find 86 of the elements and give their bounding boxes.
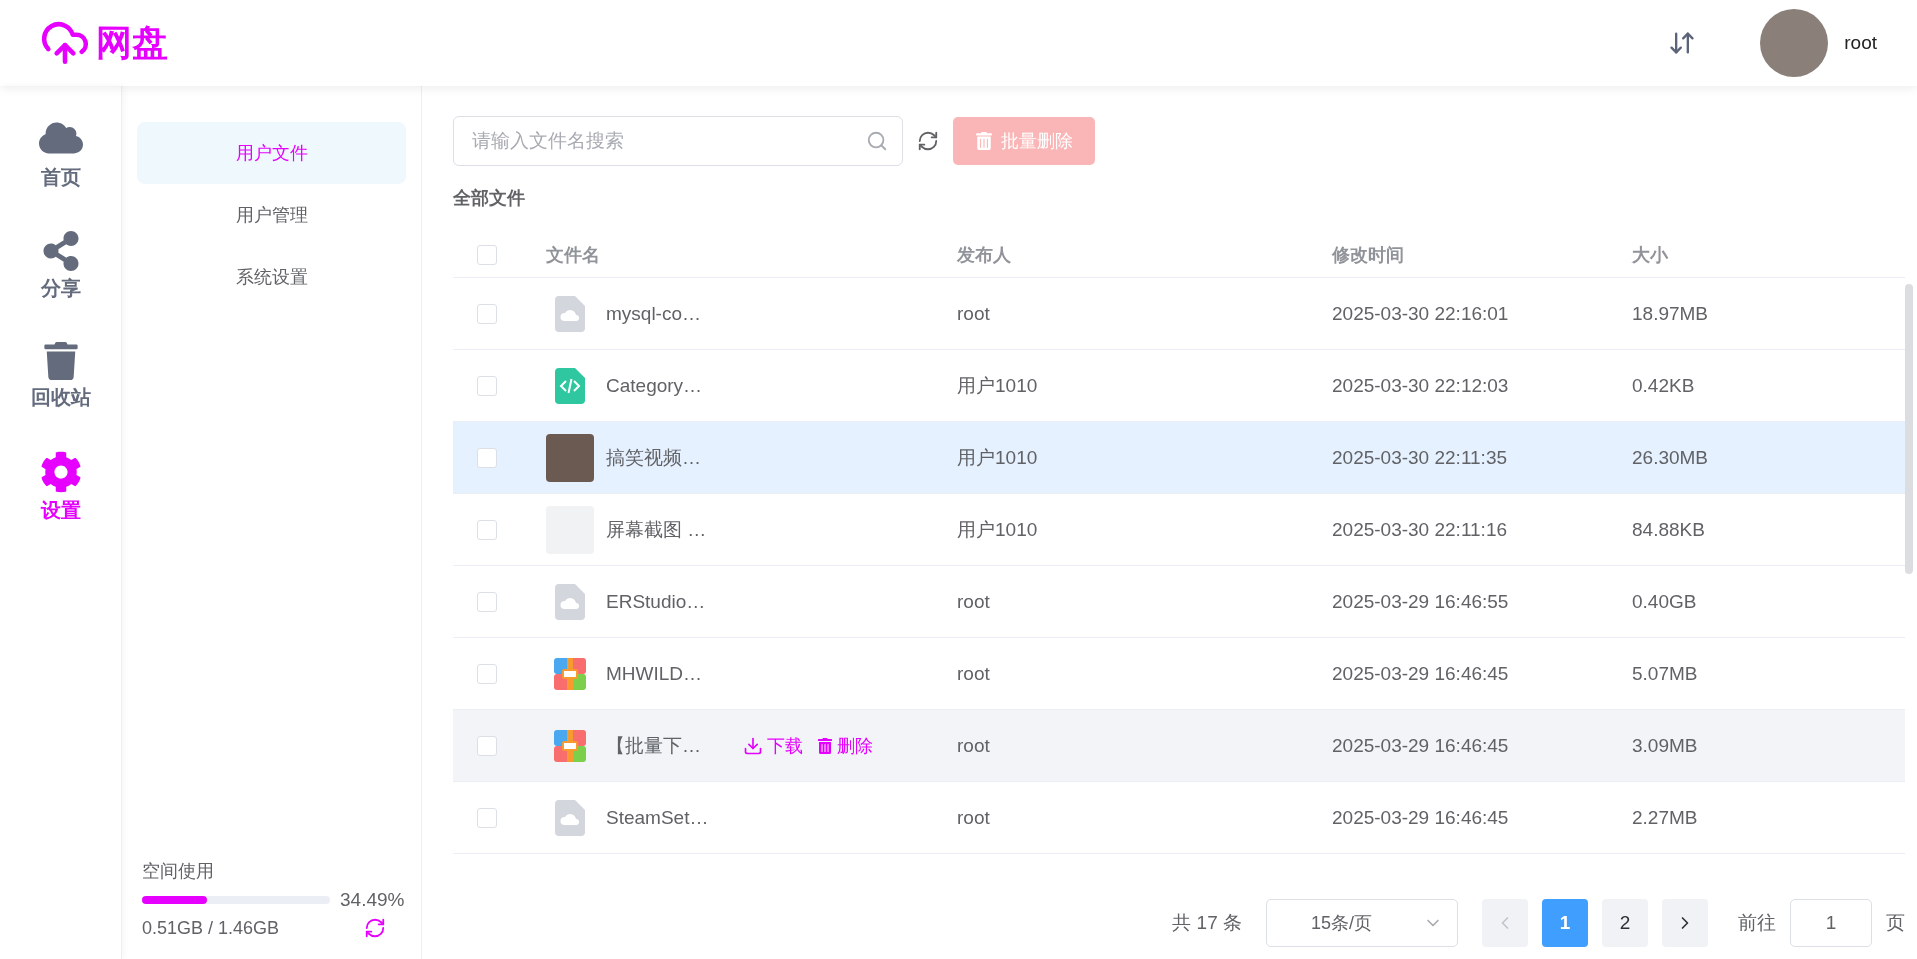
goto-page-field[interactable]: 1: [1790, 899, 1872, 947]
page-button[interactable]: 2: [1602, 899, 1648, 947]
search-field[interactable]: 请输入文件名搜索: [453, 116, 903, 166]
row-checkbox[interactable]: [477, 375, 497, 396]
publisher-cell-text: root: [957, 590, 991, 613]
modified-time-cell-text: 2025-03-29 16:46:45: [1332, 662, 1510, 685]
size-cell-text: 18.97MB: [1632, 302, 1710, 325]
modified-time-cell-text: 2025-03-30 22:11:16: [1332, 518, 1509, 541]
trash-icon: [817, 737, 833, 754]
file-name: ERStudio…: [606, 590, 706, 613]
modified-time-cell-text: 2025-03-29 16:46:45: [1332, 734, 1510, 757]
size-cell-text: 26.30MB: [1632, 446, 1710, 469]
size-cell-text: 0.40GB: [1632, 590, 1698, 613]
file-name: 屏幕截图 …: [606, 517, 707, 542]
file-name: SteamSet…: [606, 806, 709, 829]
file-name: Category…: [606, 374, 703, 397]
modified-time-cell-text: 2025-03-30 22:12:03: [1332, 374, 1510, 397]
menu-item[interactable]: 用户文件: [137, 122, 406, 184]
modified-time-cell-text: 2025-03-30 22:16:01: [1332, 302, 1510, 325]
row-checkbox[interactable]: [477, 303, 497, 324]
column-header: 文件名: [545, 243, 601, 267]
trash-icon: [41, 342, 80, 380]
file-name: MHWILD…: [606, 662, 703, 685]
storage-label: 空间使用: [142, 860, 215, 883]
storage-percent: 34.49%: [340, 889, 405, 911]
file-row[interactable]: 搞笑视频… 用户1010 2025-03-30 22:11:35 26.30MB: [453, 422, 1905, 494]
file-name: mysql-co…: [606, 302, 701, 325]
cloud-file-icon: [555, 799, 585, 836]
publisher-cell-text: root: [957, 302, 991, 325]
file-row[interactable]: 【批量下… 下载 删除 root 2025-03-29 16:46:45 3.09MB: [453, 710, 1905, 782]
size-cell-text: 3.09MB: [1632, 734, 1699, 757]
column-header: 发布人: [957, 243, 1012, 267]
modified-time-cell-text: 2025-03-29 16:46:45: [1332, 806, 1510, 829]
menu-item[interactable]: 系统设置: [137, 246, 406, 308]
menu-item[interactable]: 用户管理: [137, 184, 406, 246]
cloud-file-icon: [555, 583, 585, 620]
total-count: 共 17 条: [1172, 911, 1242, 935]
size-cell-text: 2.27MB: [1632, 806, 1699, 829]
nav-item[interactable]: 回收站: [30, 342, 91, 411]
select-all-checkbox[interactable]: [477, 244, 497, 265]
size-cell-text: 0.42KB: [1632, 374, 1696, 397]
page-suffix: 页: [1886, 911, 1905, 935]
app-logo: 网盘: [96, 20, 168, 65]
file-name: 【批量下…: [606, 733, 701, 758]
file-name: 搞笑视频…: [606, 445, 701, 470]
storage-usage: 0.51GB / 1.46GB: [142, 917, 280, 939]
code-file-icon: [555, 367, 585, 404]
modified-time-cell-text: 2025-03-29 16:46:55: [1332, 590, 1510, 613]
row-checkbox[interactable]: [477, 807, 497, 828]
next-page-button[interactable]: [1662, 899, 1708, 947]
row-checkbox[interactable]: [477, 663, 497, 684]
download-icon: [743, 735, 763, 756]
download-button[interactable]: 下载: [743, 733, 803, 758]
delete-button[interactable]: 删除: [817, 733, 873, 758]
publisher-cell-text: root: [957, 662, 991, 685]
archive-file-icon: [554, 657, 586, 690]
column-header: 大小: [1632, 243, 1669, 267]
page-size-select[interactable]: 15条/页: [1266, 899, 1458, 947]
breadcrumb: 全部文件: [453, 187, 526, 210]
photo-placeholder: [546, 433, 594, 482]
size-cell-text: 84.88KB: [1632, 518, 1706, 541]
publisher-cell-text: 用户1010: [957, 373, 1039, 398]
trash-icon: [975, 132, 993, 150]
row-checkbox[interactable]: [477, 591, 497, 612]
nav-item[interactable]: 首页: [38, 116, 83, 191]
row-checkbox[interactable]: [477, 447, 497, 468]
refresh-button[interactable]: [917, 130, 939, 152]
cloud-file-icon: [555, 295, 585, 332]
user-name: root: [1844, 32, 1877, 54]
publisher-cell-text: root: [957, 734, 991, 757]
refresh-button[interactable]: [364, 917, 386, 939]
scrollbar-thumb[interactable]: [1905, 284, 1913, 574]
publisher-cell-text: 用户1010: [957, 445, 1039, 470]
modified-time-cell-text: 2025-03-30 22:11:35: [1332, 446, 1509, 469]
search-icon: [866, 130, 888, 152]
nav-item[interactable]: 设置: [39, 451, 82, 524]
publisher-cell-text: 用户1010: [957, 517, 1039, 542]
row-checkbox[interactable]: [477, 519, 497, 540]
nav-item[interactable]: 分享: [40, 231, 81, 302]
archive-file-icon: [554, 729, 586, 762]
publisher-cell-text: root: [957, 806, 991, 829]
size-cell-text: 5.07MB: [1632, 662, 1699, 685]
goto-label: 前往: [1738, 911, 1776, 935]
settings-icon: [39, 451, 82, 493]
column-header: 修改时间: [1332, 243, 1405, 267]
row-checkbox[interactable]: [477, 735, 497, 756]
